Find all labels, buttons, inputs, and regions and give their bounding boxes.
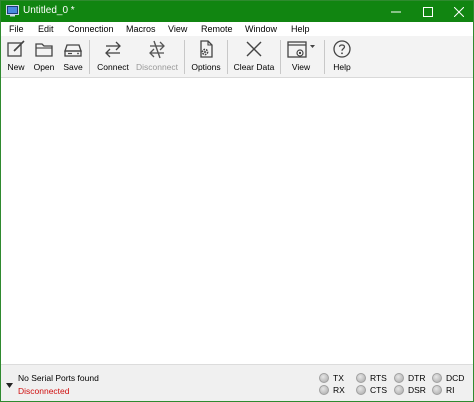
menu-edit[interactable]: Edit (38, 23, 54, 35)
clear-x-icon (246, 41, 262, 57)
tx-label: TX (333, 373, 344, 383)
open-label: Open (33, 62, 55, 72)
menu-remote[interactable]: Remote (201, 23, 233, 35)
disconnect-arrows-icon (149, 40, 165, 59)
dsr-led-indicator (394, 385, 404, 395)
connection-status: Disconnected (18, 386, 70, 396)
menu-file[interactable]: File (9, 23, 24, 35)
save-label: Save (63, 62, 83, 72)
dsr-label: DSR (408, 385, 426, 395)
connect-label: Connect (97, 62, 129, 72)
toolbar-separator (184, 40, 185, 74)
status-bar: No Serial Ports found Disconnected TX RX… (1, 364, 473, 401)
clear-data-button[interactable]: Clear Data (233, 39, 275, 75)
folder-open-icon (35, 43, 53, 57)
help-question-icon (333, 40, 351, 58)
open-button[interactable]: Open (32, 39, 56, 75)
toolbar-separator (324, 40, 325, 74)
cts-led-indicator (356, 385, 366, 395)
menu-help[interactable]: Help (291, 23, 310, 35)
chevron-down-icon (310, 45, 315, 48)
toolbar-separator (227, 40, 228, 74)
new-label: New (7, 62, 25, 72)
disconnect-label: Disconnect (135, 62, 179, 72)
toolbar-separator (89, 40, 90, 74)
minimize-button[interactable] (381, 1, 411, 22)
toolbar: New Open Save Connect Disconnect Options… (1, 36, 473, 78)
title-bar[interactable]: Untitled_0 * (1, 1, 473, 22)
save-button[interactable]: Save (61, 39, 85, 75)
dcd-led-indicator (432, 373, 442, 383)
menu-view[interactable]: View (168, 23, 187, 35)
dcd-label: DCD (446, 373, 465, 383)
view-window-icon (287, 41, 315, 58)
options-label: Options (191, 62, 221, 72)
app-window: Untitled_0 * File Edit Connection Macros… (0, 0, 474, 402)
options-document-gear-icon (200, 40, 213, 58)
options-button[interactable]: Options (190, 39, 222, 75)
triangle-down-icon[interactable] (6, 380, 13, 390)
menu-macros[interactable]: Macros (126, 23, 156, 35)
menu-window[interactable]: Window (245, 23, 277, 35)
cts-label: CTS (370, 385, 387, 395)
new-button[interactable]: New (5, 39, 27, 75)
view-button[interactable]: View (285, 39, 317, 75)
serial-port-status: No Serial Ports found (18, 373, 99, 383)
rx-led-indicator (319, 385, 329, 395)
ri-label: RI (446, 385, 455, 395)
ri-led-indicator (432, 385, 442, 395)
view-label: View (291, 62, 311, 72)
disconnect-button[interactable]: Disconnect (135, 39, 179, 75)
rts-label: RTS (370, 373, 387, 383)
toolbar-separator (280, 40, 281, 74)
dtr-label: DTR (408, 373, 426, 383)
rts-led-indicator (356, 373, 366, 383)
rx-label: RX (333, 385, 345, 395)
help-label: Help (333, 62, 351, 72)
menu-bar: File Edit Connection Macros View Remote … (1, 22, 473, 36)
save-drive-icon (64, 44, 82, 57)
menu-connection[interactable]: Connection (68, 23, 114, 35)
new-document-icon (7, 40, 25, 57)
tx-led-indicator (319, 373, 329, 383)
window-title: Untitled_0 * (23, 5, 75, 16)
close-button[interactable] (444, 1, 474, 22)
dtr-led-indicator (394, 373, 404, 383)
app-icon (6, 5, 19, 17)
data-display-area[interactable] (1, 79, 473, 364)
maximize-button[interactable] (413, 1, 443, 22)
clear-data-label: Clear Data (233, 62, 275, 72)
connect-arrows-icon (105, 41, 121, 58)
connect-button[interactable]: Connect (95, 39, 131, 75)
help-button[interactable]: Help (331, 39, 353, 75)
